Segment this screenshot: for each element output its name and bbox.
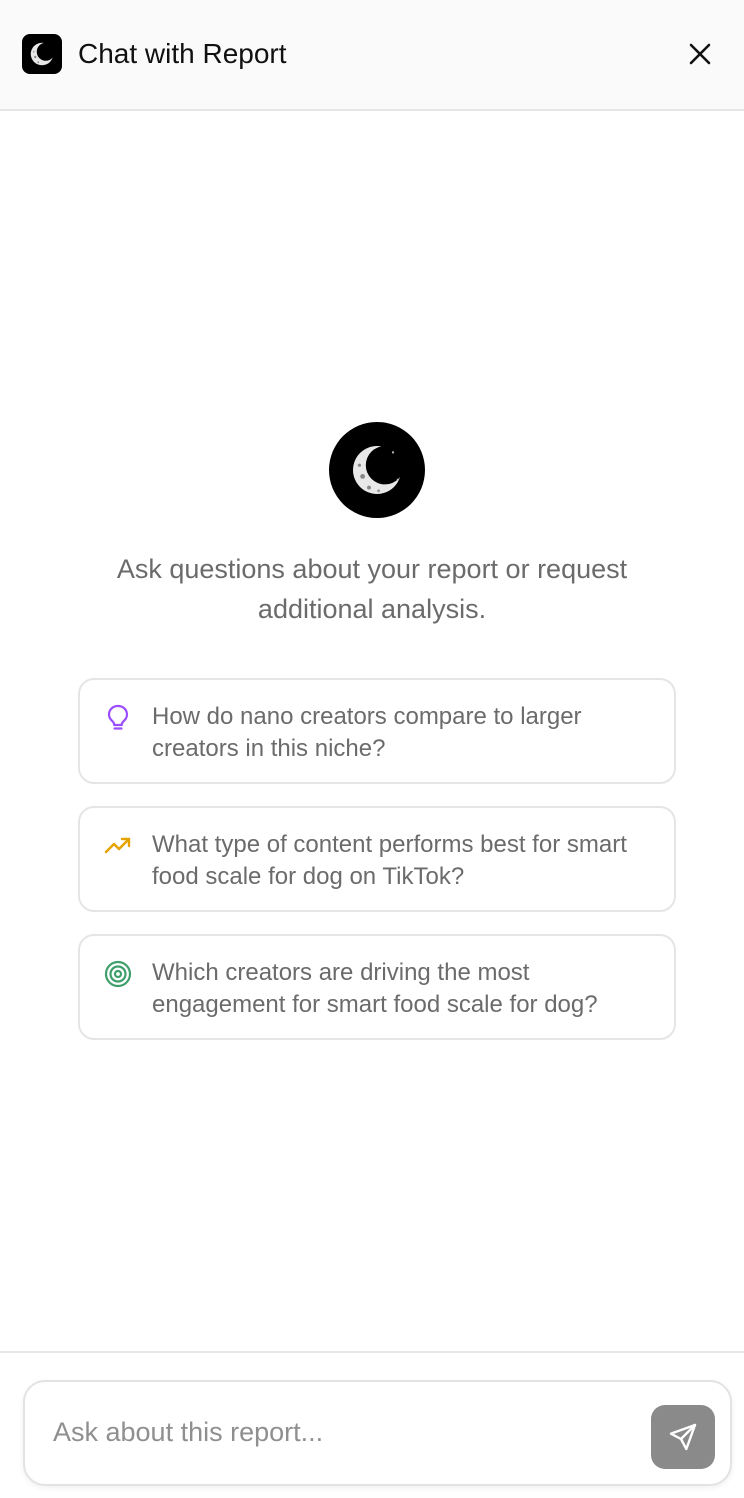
suggestion-card-top-engagement[interactable]: Which creators are driving the most enga… (78, 934, 676, 1040)
chat-header: Chat with Report (0, 0, 744, 111)
send-button[interactable] (651, 1405, 715, 1469)
close-icon (689, 43, 711, 65)
lightbulb-icon (104, 704, 132, 732)
crescent-moon-logo-icon (22, 34, 62, 74)
page-title: Chat with Report (78, 38, 287, 69)
suggestion-text: Which creators are driving the most enga… (152, 959, 598, 1018)
suggestion-text: What type of content performs best for s… (152, 831, 627, 890)
send-icon (669, 1423, 697, 1451)
target-icon (104, 960, 132, 988)
chat-messages-area: Ask questions about your report or reque… (0, 113, 744, 1351)
intro-text: Ask questions about your report or reque… (116, 554, 628, 624)
crescent-moon-logo-icon (329, 422, 425, 518)
chat-input[interactable] (53, 1410, 643, 1454)
suggestion-text: How do nano creators compare to larger c… (152, 703, 582, 762)
suggestion-card-nano-creators[interactable]: How do nano creators compare to larger c… (78, 678, 676, 784)
chat-composer (0, 1351, 744, 1498)
close-button[interactable] (680, 34, 720, 74)
suggestion-card-content-performance[interactable]: What type of content performs best for s… (78, 806, 676, 912)
chat-input-container (23, 1380, 732, 1486)
trending-up-icon (104, 832, 132, 860)
